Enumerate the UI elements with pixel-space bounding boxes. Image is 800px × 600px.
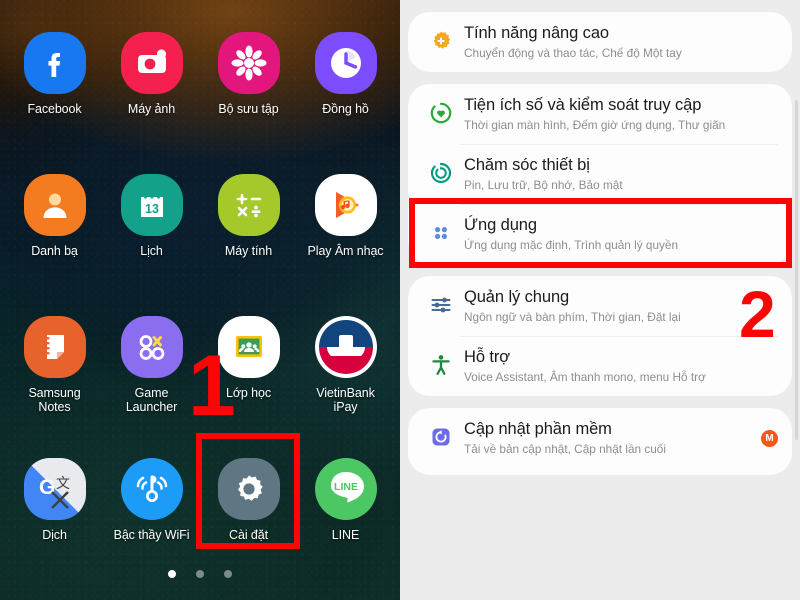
settings-card-software-update: Cập nhật phần mềm Tải về bản cập nhật, C… [408, 408, 792, 475]
settings-row-title: Tiện ích số và kiểm soát truy cập [464, 96, 702, 114]
app-label: Dịch [42, 528, 67, 542]
calendar-icon: 13 [120, 174, 183, 236]
facebook-icon [23, 32, 86, 94]
app-icon-contacts[interactable]: Danh bạ [6, 168, 103, 310]
settings-card-advanced: Tính năng nâng cao Chuyển động và thao t… [408, 12, 792, 72]
home-screen-panel: Facebook Máy ảnh Bộ sưu tập Đồng hồ Danh… [0, 0, 400, 600]
app-label: Play Âm nhạc [307, 244, 384, 258]
app-icon-calendar[interactable]: 13 Lịch [103, 168, 200, 310]
calendar-day-number: 13 [145, 202, 159, 216]
app-icon-game-launcher[interactable]: Game Launcher [103, 310, 200, 452]
calculator-icon [217, 174, 280, 236]
page-dot-2[interactable] [196, 570, 204, 578]
app-label: Máy ảnh [127, 102, 176, 116]
settings-row-subtitle: Chuyển động và thao tác, Chế độ Một tay [464, 46, 682, 60]
accessibility-icon [422, 347, 460, 377]
settings-row-text: Quản lý chung Ngôn ngữ và bàn phím, Thời… [460, 287, 778, 325]
annotation-highlight-settings-app [196, 433, 300, 549]
settings-row-title: Cập nhật phần mềm [464, 420, 612, 438]
status-badge-m: M [761, 429, 778, 447]
settings-row-title: Hỗ trợ [464, 348, 510, 366]
vietinbank-icon [314, 316, 377, 378]
settings-row-title: Tính năng nâng cao [464, 24, 609, 42]
app-label: Danh bạ [31, 244, 78, 258]
svg-text:G: G [39, 476, 55, 499]
settings-card-general-group: Quản lý chung Ngôn ngữ và bàn phím, Thời… [408, 276, 792, 396]
camera-icon [120, 32, 183, 94]
settings-scrollbar[interactable] [795, 100, 798, 440]
app-icon-gallery[interactable]: Bộ sưu tập [200, 26, 297, 168]
phone-tutorial-screenshot: Facebook Máy ảnh Bộ sưu tập Đồng hồ Danh… [0, 0, 800, 600]
app-label: Đồng hồ [322, 102, 369, 116]
page-dot-1[interactable] [168, 570, 176, 578]
app-label: LINE [331, 528, 360, 542]
settings-row-text: Cập nhật phần mềm Tải về bản cập nhật, C… [460, 419, 757, 457]
settings-row-software-update[interactable]: Cập nhật phần mềm Tải về bản cập nhật, C… [408, 408, 792, 475]
page-dot-3[interactable] [224, 570, 232, 578]
settings-row-text: Chăm sóc thiết bị Pin, Lưu trữ, Bộ nhớ, … [460, 155, 778, 193]
settings-row-title: Chăm sóc thiết bị [464, 156, 590, 174]
app-label: Facebook [27, 102, 82, 116]
settings-row-digital-wellbeing[interactable]: Tiện ích số và kiểm soát truy cập Thời g… [408, 84, 792, 144]
svg-text:文: 文 [56, 475, 70, 491]
app-label: Samsung Notes [28, 386, 81, 414]
settings-row-device-care[interactable]: Chăm sóc thiết bị Pin, Lưu trữ, Bộ nhớ, … [408, 144, 792, 204]
app-label: Lịch [140, 244, 163, 258]
device-care-icon [422, 155, 460, 185]
settings-row-subtitle: Tải về bản cập nhật, Cập nhật lần cuối [464, 442, 666, 456]
wifi-master-icon [120, 458, 183, 520]
app-icon-camera[interactable]: Máy ảnh [103, 26, 200, 168]
settings-row-text: Tính năng nâng cao Chuyển động và thao t… [460, 23, 778, 61]
page-indicator-dots [0, 570, 400, 578]
settings-row-subtitle: Thời gian màn hình, Đếm giờ ứng dụng, Th… [464, 118, 726, 132]
annotation-step-2: 2 [739, 277, 776, 351]
app-icon-play-music[interactable]: Play Âm nhạc [297, 168, 394, 310]
line-wordmark: LINE [334, 481, 358, 493]
google-translate-icon: G 文 [23, 458, 86, 520]
app-label: Máy tính [224, 244, 273, 258]
app-icon-clock[interactable]: Đồng hồ [297, 26, 394, 168]
app-label: Bộ sưu tập [218, 102, 279, 116]
settings-row-subtitle: Pin, Lưu trữ, Bộ nhớ, Bảo mật [464, 178, 623, 192]
advanced-features-icon [422, 23, 460, 53]
settings-panel: Tính năng nâng cao Chuyển động và thao t… [400, 0, 800, 600]
app-icon-calculator[interactable]: Máy tính [200, 168, 297, 310]
app-label: VietinBank iPay [316, 386, 375, 414]
clock-icon [314, 32, 377, 94]
settings-row-subtitle: Voice Assistant, Âm thanh mono, menu Hỗ … [464, 370, 706, 384]
app-label: Game Launcher [125, 386, 178, 414]
contacts-icon [23, 174, 86, 236]
app-label: Bậc thầy WiFi [113, 528, 190, 542]
annotation-highlight-device-care [409, 198, 792, 268]
samsung-notes-icon [23, 316, 86, 378]
settings-row-text: Hỗ trợ Voice Assistant, Âm thanh mono, m… [460, 347, 778, 385]
app-icon-samsung-notes[interactable]: Samsung Notes [6, 310, 103, 452]
software-update-icon [422, 419, 460, 449]
settings-row-advanced-features[interactable]: Tính năng nâng cao Chuyển động và thao t… [408, 12, 792, 72]
app-icon-facebook[interactable]: Facebook [6, 26, 103, 168]
settings-row-accessibility[interactable]: Hỗ trợ Voice Assistant, Âm thanh mono, m… [408, 336, 792, 396]
settings-row-general-management[interactable]: Quản lý chung Ngôn ngữ và bàn phím, Thời… [408, 276, 792, 336]
app-icon-vietinbank[interactable]: VietinBank iPay [297, 310, 394, 452]
settings-row-text: Tiện ích số và kiểm soát truy cập Thời g… [460, 95, 778, 133]
general-management-icon [422, 287, 460, 317]
gallery-icon [217, 32, 280, 94]
annotation-step-1: 1 [188, 338, 236, 434]
settings-row-subtitle: Ngôn ngữ và bàn phím, Thời gian, Đặt lại [464, 310, 681, 324]
play-music-icon [314, 174, 377, 236]
line-icon: LINE [314, 458, 377, 520]
game-launcher-icon [120, 316, 183, 378]
digital-wellbeing-icon [422, 95, 460, 125]
settings-row-title: Quản lý chung [464, 288, 570, 306]
